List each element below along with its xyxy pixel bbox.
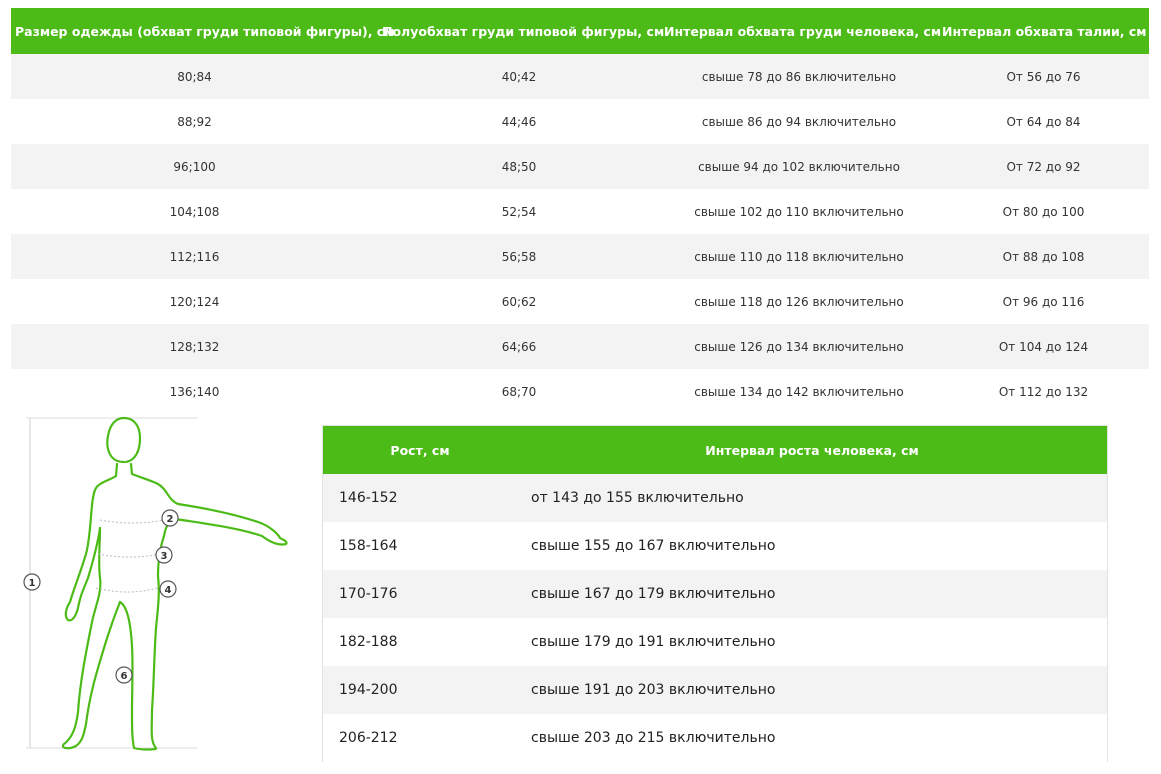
table-cell: 194-200 bbox=[323, 666, 517, 714]
table-cell: свыше 110 до 118 включительно bbox=[660, 234, 938, 279]
table-row: 120;124 60;62 свыше 118 до 126 включител… bbox=[11, 279, 1149, 324]
table-cell: 146-152 bbox=[323, 474, 517, 522]
table-cell: свыше 78 до 86 включительно bbox=[660, 54, 938, 99]
table-cell: От 112 до 132 bbox=[938, 369, 1149, 414]
table-cell: свыше 86 до 94 включительно bbox=[660, 99, 938, 144]
header-chest-interval: Интервал обхвата груди человека, см bbox=[660, 8, 941, 54]
table-cell: свыше 167 до 179 включительно bbox=[517, 570, 1107, 618]
table-cell: 56;58 bbox=[378, 234, 660, 279]
table-cell: от 143 до 155 включительно bbox=[517, 474, 1107, 522]
table-cell: свыше 203 до 215 включительно bbox=[517, 714, 1107, 762]
table-cell: От 80 до 100 bbox=[938, 189, 1149, 234]
chest-band bbox=[99, 519, 165, 524]
table-row: 96;100 48;50 свыше 94 до 102 включительн… bbox=[11, 144, 1149, 189]
table-cell: свыше 94 до 102 включительно bbox=[660, 144, 938, 189]
table-cell: 68;70 bbox=[378, 369, 660, 414]
header-half-chest: Полуобхват груди типовой фигуры, см bbox=[378, 8, 664, 54]
table-row: 170-176 свыше 167 до 179 включительно bbox=[323, 570, 1107, 618]
table-cell: 182-188 bbox=[323, 618, 517, 666]
table-cell: свыше 118 до 126 включительно bbox=[660, 279, 938, 324]
table-cell: 170-176 bbox=[323, 570, 517, 618]
table-cell: 52;54 bbox=[378, 189, 660, 234]
table-cell: 48;50 bbox=[378, 144, 660, 189]
table-row: 194-200 свыше 191 до 203 включительно bbox=[323, 666, 1107, 714]
table-row: 88;92 44;46 свыше 86 до 94 включительно … bbox=[11, 99, 1149, 144]
table-cell: От 64 до 84 bbox=[938, 99, 1149, 144]
table-cell: 80;84 bbox=[11, 54, 378, 99]
table-cell: 40;42 bbox=[378, 54, 660, 99]
table-cell: От 104 до 124 bbox=[938, 324, 1149, 369]
marker-2-label: 2 bbox=[167, 514, 174, 525]
marker-1: 1 bbox=[23, 573, 41, 591]
marker-6: 6 bbox=[115, 666, 133, 684]
table-cell: 104;108 bbox=[11, 189, 378, 234]
hip-band bbox=[95, 587, 159, 593]
height-table: Рост, см Интервал роста человека, см 146… bbox=[323, 426, 1107, 762]
table-row: 104;108 52;54 свыше 102 до 110 включител… bbox=[11, 189, 1149, 234]
marker-3: 3 bbox=[155, 546, 173, 564]
marker-4: 4 bbox=[159, 580, 177, 598]
table-cell: 136;140 bbox=[11, 369, 378, 414]
table-cell: От 56 до 76 bbox=[938, 54, 1149, 99]
table-cell: 44;46 bbox=[378, 99, 660, 144]
table-cell: От 88 до 108 bbox=[938, 234, 1149, 279]
header-height-interval: Интервал роста человека, см bbox=[517, 426, 1107, 474]
marker-3-label: 3 bbox=[161, 551, 168, 562]
table-cell: 112;116 bbox=[11, 234, 378, 279]
header-waist-interval: Интервал обхвата талии, см bbox=[938, 8, 1149, 54]
size-table-header-row: Размер одежды (обхват груди типовой фигу… bbox=[11, 8, 1149, 54]
table-cell: 206-212 bbox=[323, 714, 517, 762]
table-row: 182-188 свыше 179 до 191 включительно bbox=[323, 618, 1107, 666]
table-cell: 158-164 bbox=[323, 522, 517, 570]
table-row: 146-152 от 143 до 155 включительно bbox=[323, 474, 1107, 522]
table-cell: 120;124 bbox=[11, 279, 378, 324]
table-cell: 88;92 bbox=[11, 99, 378, 144]
header-height: Рост, см bbox=[323, 426, 517, 474]
table-cell: 128;132 bbox=[11, 324, 378, 369]
height-table-container: Рост, см Интервал роста человека, см 146… bbox=[322, 425, 1108, 762]
table-row: 206-212 свыше 203 до 215 включительно bbox=[323, 714, 1107, 762]
marker-2: 2 bbox=[161, 509, 179, 527]
height-table-header-row: Рост, см Интервал роста человека, см bbox=[323, 426, 1107, 474]
table-cell: свыше 191 до 203 включительно bbox=[517, 666, 1107, 714]
table-cell: 60;62 bbox=[378, 279, 660, 324]
marker-1-label: 1 bbox=[29, 578, 36, 589]
table-cell: свыше 155 до 167 включительно bbox=[517, 522, 1107, 570]
marker-4-label: 4 bbox=[165, 585, 172, 596]
table-cell: свыше 102 до 110 включительно bbox=[660, 189, 938, 234]
table-cell: От 96 до 116 bbox=[938, 279, 1149, 324]
table-row: 136;140 68;70 свыше 134 до 142 включител… bbox=[11, 369, 1149, 414]
table-row: 80;84 40;42 свыше 78 до 86 включительно … bbox=[11, 54, 1149, 99]
waist-band bbox=[97, 553, 161, 558]
table-cell: 96;100 bbox=[11, 144, 378, 189]
size-table: Размер одежды (обхват груди типовой фигу… bbox=[11, 8, 1149, 414]
table-cell: 64;66 bbox=[378, 324, 660, 369]
table-cell: свыше 134 до 142 включительно bbox=[660, 369, 938, 414]
table-row: 112;116 56;58 свыше 110 до 118 включител… bbox=[11, 234, 1149, 279]
table-cell: свыше 126 до 134 включительно bbox=[660, 324, 938, 369]
table-cell: От 72 до 92 bbox=[938, 144, 1149, 189]
table-row: 158-164 свыше 155 до 167 включительно bbox=[323, 522, 1107, 570]
body-measurement-figure: 1 2 3 4 6 bbox=[23, 416, 288, 751]
marker-6-label: 6 bbox=[121, 671, 128, 682]
header-clothing-size: Размер одежды (обхват груди типовой фигу… bbox=[11, 8, 394, 54]
table-row: 128;132 64;66 свыше 126 до 134 включител… bbox=[11, 324, 1149, 369]
measurement-bands bbox=[95, 519, 165, 593]
table-cell: свыше 179 до 191 включительно bbox=[517, 618, 1107, 666]
